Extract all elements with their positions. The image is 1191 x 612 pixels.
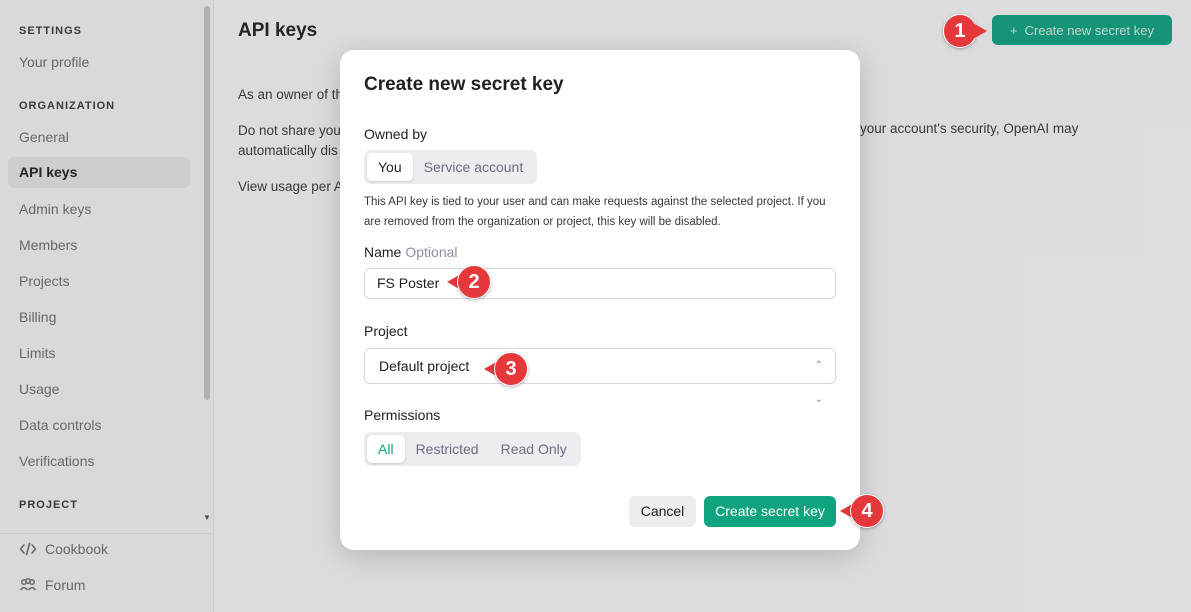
callout-arrow-icon: [973, 23, 987, 39]
permission-read-only-option[interactable]: Read Only: [490, 435, 578, 463]
dialog-title: Create new secret key: [364, 74, 564, 95]
callout-number-4: 4: [850, 494, 884, 528]
owner-help-text: This API key is tied to your user and ca…: [364, 196, 826, 228]
project-select[interactable]: Default project ⌃ ⌄: [364, 348, 836, 405]
callout-marker-1: 1: [943, 14, 987, 48]
owned-by-service-account-option[interactable]: Service account: [413, 153, 535, 181]
callout-marker-4: 4: [840, 494, 884, 528]
callout-marker-2: 2: [447, 265, 491, 299]
callout-number-2: 2: [457, 265, 491, 299]
owned-by-you-option[interactable]: You: [367, 153, 413, 181]
owned-by-toggle: You Service account: [364, 150, 538, 184]
create-secret-key-dialog: Create new secret key Owned by You Servi…: [340, 50, 860, 550]
name-label: Name Optional: [364, 244, 458, 260]
project-select-value: Default project: [379, 358, 470, 374]
callout-number-3: 3: [494, 352, 528, 386]
name-optional-hint: Optional: [405, 244, 458, 260]
permissions-toggle: All Restricted Read Only: [364, 432, 581, 466]
permissions-label: Permissions: [364, 407, 441, 423]
callout-marker-3: 3: [484, 352, 528, 386]
cancel-button[interactable]: Cancel: [629, 496, 696, 527]
select-chevron-icon: ⌃ ⌄: [814, 360, 823, 405]
permission-restricted-option[interactable]: Restricted: [405, 435, 490, 463]
project-label: Project: [364, 323, 408, 339]
name-label-text: Name: [364, 244, 402, 260]
callout-number-1: 1: [943, 14, 977, 48]
owned-by-label: Owned by: [364, 126, 428, 142]
create-secret-key-button[interactable]: Create secret key: [704, 496, 836, 527]
permission-all-option[interactable]: All: [367, 435, 405, 463]
name-input[interactable]: FS Poster: [364, 268, 836, 299]
